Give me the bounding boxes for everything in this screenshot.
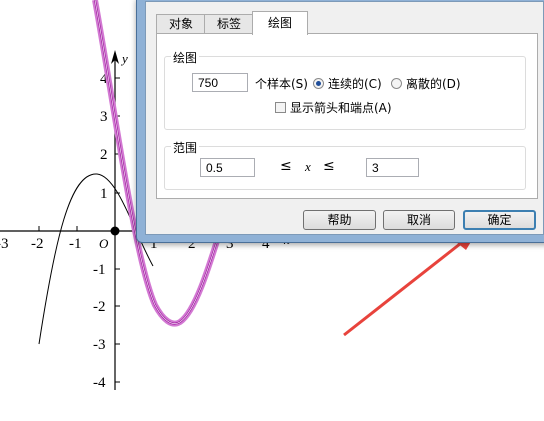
y-tick-label: -4	[93, 375, 106, 391]
ok-button[interactable]: 确定	[463, 210, 536, 230]
dialog-body: 对象 标签 绘图 绘图 750 个样本(S) 连续的(C) 离散的(D) 显示箭…	[145, 1, 544, 235]
draw-group: 绘图 750 个样本(S) 连续的(C) 离散的(D) 显示箭头和端点(A)	[164, 49, 526, 130]
discrete-label[interactable]: 离散的(D)	[406, 75, 461, 92]
samples-input[interactable]: 750	[192, 73, 248, 92]
help-button[interactable]: 帮助	[303, 210, 376, 230]
draw-group-title: 绘图	[171, 49, 200, 66]
arrows-checkbox[interactable]	[275, 102, 286, 113]
tab-panel-draw: 绘图 750 个样本(S) 连续的(C) 离散的(D) 显示箭头和端点(A) 范…	[156, 33, 538, 199]
plot-properties-dialog: 对象 标签 绘图 绘图 750 个样本(S) 连续的(C) 离散的(D) 显示箭…	[136, 0, 544, 243]
x-tick-label: -2	[31, 236, 44, 252]
discrete-radio[interactable]	[391, 78, 402, 89]
range-max-input[interactable]: 3	[366, 158, 419, 177]
range-group-title: 范围	[171, 139, 200, 156]
tab-draw[interactable]: 绘图	[252, 11, 308, 35]
y-tick-label: -2	[93, 299, 106, 315]
origin-label: O	[99, 236, 109, 251]
range-min-input[interactable]: 0.5	[200, 158, 255, 177]
y-axis-variable: y	[120, 51, 128, 66]
y-tick-label: -1	[93, 262, 106, 278]
arrows-label[interactable]: 显示箭头和端点(A)	[290, 99, 392, 116]
y-tick-label: 2	[100, 147, 108, 163]
x-tick-label: -3	[0, 236, 9, 252]
cancel-button[interactable]: 取消	[383, 210, 455, 230]
y-tick-label: 1	[100, 186, 108, 202]
tab-object[interactable]: 对象	[156, 14, 206, 34]
annotation-arrow-line	[343, 238, 466, 337]
samples-label: 个样本(S)	[255, 77, 308, 91]
leq-symbol-1: ≤	[280, 158, 292, 174]
range-variable: x	[305, 159, 311, 174]
tab-label[interactable]: 标签	[204, 14, 254, 34]
continuous-radio[interactable]	[313, 78, 324, 89]
continuous-label[interactable]: 连续的(C)	[328, 75, 382, 92]
y-tick-label: -3	[93, 337, 106, 353]
origin-point[interactable]	[110, 226, 120, 236]
range-group: 范围 0.5 ≤ x ≤ 3	[164, 139, 526, 190]
x-tick-label: -1	[69, 236, 82, 252]
y-tick-label: 3	[100, 109, 108, 125]
leq-symbol-2: ≤	[323, 158, 335, 174]
